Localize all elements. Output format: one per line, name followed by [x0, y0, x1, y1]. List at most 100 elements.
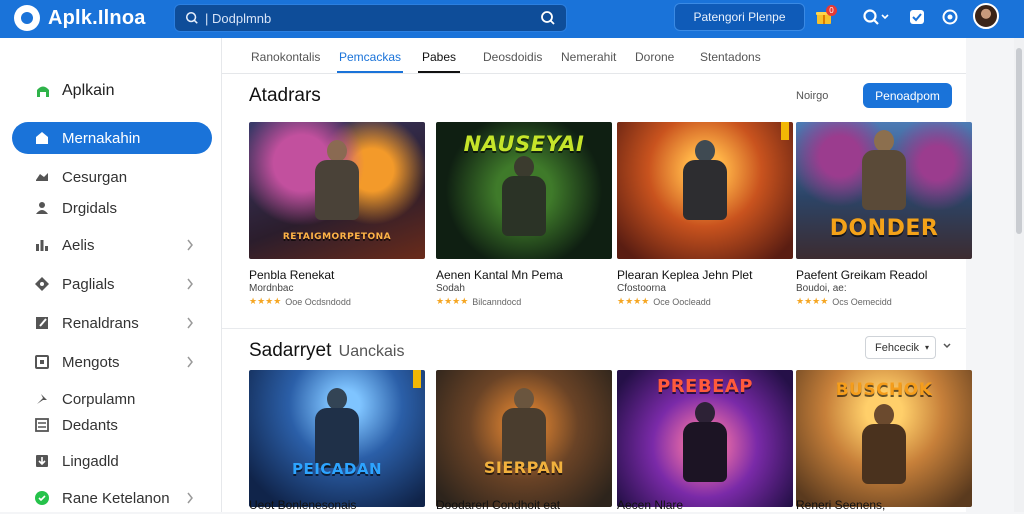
- logo-text: Aplk.Ilnoa: [48, 6, 146, 29]
- sidebar-item-user[interactable]: Drgidals: [12, 192, 212, 224]
- game-card[interactable]: PEICADAN Ueot Bonlenesonais: [249, 370, 425, 512]
- game-card[interactable]: Plearan Keplea Jehn Plet Cfostoorna ★★★★…: [617, 122, 793, 312]
- sidebar-item-download[interactable]: Lingadld: [12, 445, 212, 477]
- sidebar: Aplkain Mernakahin Cesurgan Drgidals Ael…: [0, 38, 222, 512]
- gamepad-icon: [36, 173, 48, 181]
- game-thumbnail[interactable]: [617, 122, 793, 259]
- game-card[interactable]: SIERPAN Doodarerl Condhoit eat: [436, 370, 612, 512]
- sidebar-header[interactable]: Aplkain: [34, 82, 114, 100]
- game-thumbnail[interactable]: DONDER: [796, 122, 972, 259]
- game-meta: Ooe Ocdsndodd: [285, 296, 351, 307]
- tab-6[interactable]: Stentadons: [700, 50, 761, 64]
- section-divider: [222, 328, 966, 329]
- tab-5[interactable]: Dorone: [635, 50, 674, 64]
- user-icon: [36, 202, 48, 214]
- top-bar: Aplk.Ilnoa Patengori Plenpe 0: [0, 0, 1024, 38]
- game-logo-text: RETAIGMORPETONA: [282, 232, 392, 242]
- scrollbar-thumb[interactable]: [1016, 48, 1022, 234]
- sidebar-item-edit[interactable]: Renaldrans: [12, 307, 212, 339]
- puzzle-icon: [35, 277, 49, 291]
- app-logo[interactable]: Aplk.Ilnoa: [14, 5, 146, 31]
- game-thumbnail[interactable]: PREBEAP: [617, 370, 793, 507]
- sidebar-item-label: Lingadld: [62, 452, 119, 470]
- sidebar-item-charts[interactable]: Aelis: [12, 229, 212, 261]
- character-art: [856, 130, 912, 230]
- dropdown-arrow-icon: ▾: [925, 343, 930, 352]
- game-meta: Oce Oocleadd: [653, 296, 711, 307]
- bookmark-ribbon: [781, 122, 789, 140]
- checklist-icon: [35, 418, 49, 432]
- sidebar-item-box[interactable]: Mengots: [12, 346, 212, 378]
- game-card[interactable]: BUSCHOK Reneri Seenens,: [796, 370, 972, 512]
- avatar[interactable]: [973, 3, 999, 29]
- character-art: [309, 140, 365, 240]
- sort-label: Fehcecik: [875, 341, 920, 354]
- search-bar[interactable]: [174, 4, 567, 32]
- game-developer: Mordnbac: [249, 283, 294, 294]
- logo-icon: [14, 5, 40, 31]
- game-rating: ★★★★ Bilcanndocd: [436, 296, 521, 307]
- search-input[interactable]: [205, 10, 534, 26]
- game-rating: ★★★★ Oce Oocleadd: [617, 296, 711, 307]
- chevron-right-icon: [187, 492, 193, 504]
- android-icon: [37, 86, 49, 97]
- game-title[interactable]: Penbla Renekat: [249, 268, 334, 282]
- game-title[interactable]: Ueot Bonlenesonais: [249, 498, 356, 512]
- tab-1[interactable]: Pemcackas: [336, 50, 404, 73]
- section-subtitle: Uanckais: [338, 343, 405, 360]
- game-title[interactable]: Aecen Nlare: [617, 498, 683, 512]
- tab-0[interactable]: Ranokontalis: [251, 50, 320, 64]
- character-art: [496, 156, 552, 256]
- game-logo-text: PREBEAP: [657, 376, 753, 397]
- sidebar-item-games[interactable]: Cesurgan: [12, 161, 212, 193]
- game-thumbnail[interactable]: BUSCHOK: [796, 370, 972, 507]
- search-submit-icon[interactable]: [540, 10, 556, 26]
- game-card[interactable]: DONDER Paefent Greikam Readol Boudoi, ae…: [796, 122, 972, 312]
- tab-4[interactable]: Nemerahit: [561, 50, 616, 64]
- game-title[interactable]: Aenen Kantal Mn Pema: [436, 268, 563, 282]
- see-more-link[interactable]: Noirgo: [796, 90, 828, 102]
- game-title[interactable]: Reneri Seenens,: [796, 498, 885, 512]
- game-title[interactable]: Doodarerl Condhoit eat: [436, 498, 560, 512]
- game-logo-text: PEICADAN: [291, 460, 383, 478]
- game-rating: ★★★★ Ocs Oemecidd: [796, 296, 892, 307]
- search-icon[interactable]: [862, 8, 880, 26]
- game-thumbnail[interactable]: SIERPAN: [436, 370, 612, 507]
- game-title[interactable]: Paefent Greikam Readol: [796, 268, 927, 282]
- sidebar-item-label: Corpulamn: [62, 390, 136, 408]
- sort-dropdown[interactable]: Fehcecik ▾: [865, 336, 936, 359]
- sidebar-item-label: Paglials: [62, 275, 115, 293]
- chevron-down-icon[interactable]: [881, 14, 889, 20]
- chevron-down-icon[interactable]: [942, 341, 952, 351]
- bookmark-ribbon: [413, 370, 421, 388]
- game-card[interactable]: RETAIGMORPETONA Penbla Renekat Mordnbac …: [249, 122, 425, 312]
- sidebar-item-whatsapp[interactable]: Rane Ketelanon: [12, 482, 212, 514]
- tab-3[interactable]: Deosdoidis: [483, 50, 542, 64]
- chevron-right-icon: [187, 239, 193, 251]
- notification-icon[interactable]: [908, 8, 926, 26]
- game-developer: Cfostoorna: [617, 283, 666, 294]
- game-rating: ★★★★ Ooe Ocdsndodd: [249, 296, 351, 307]
- sidebar-item-label: Renaldrans: [62, 314, 139, 332]
- tab-2[interactable]: Pabes: [417, 50, 461, 73]
- game-developer: Boudoi, ae:: [796, 283, 847, 294]
- tab-bar: Ranokontalis Pemcackas Pabes Deosdoidis …: [222, 38, 966, 74]
- settings-icon[interactable]: [941, 8, 959, 26]
- game-thumbnail[interactable]: PEICADAN: [249, 370, 425, 507]
- sidebar-item-home[interactable]: Mernakahin: [12, 122, 212, 154]
- premium-button[interactable]: Patengori Plenpe: [674, 3, 805, 31]
- game-thumbnail[interactable]: NAUSEYAI: [436, 122, 612, 259]
- chart-icon: [36, 240, 48, 251]
- game-logo-text: DONDER: [829, 216, 939, 241]
- sidebar-item-puzzle[interactable]: Paglials: [12, 268, 212, 300]
- character-art: [677, 140, 733, 240]
- character-art: [856, 404, 912, 504]
- game-thumbnail[interactable]: RETAIGMORPETONA: [249, 122, 425, 259]
- game-card[interactable]: PREBEAP Aecen Nlare: [617, 370, 793, 512]
- primary-action-button[interactable]: Penoadpom: [863, 83, 952, 108]
- game-logo-text: BUSCHOK: [835, 380, 933, 400]
- game-card[interactable]: NAUSEYAI Aenen Kantal Mn Pema Sodah ★★★★…: [436, 122, 612, 312]
- game-title[interactable]: Plearan Keplea Jehn Plet: [617, 268, 752, 282]
- sidebar-item-checklist[interactable]: Dedants: [12, 409, 212, 441]
- rating-stars-icon: ★★★★: [436, 296, 469, 306]
